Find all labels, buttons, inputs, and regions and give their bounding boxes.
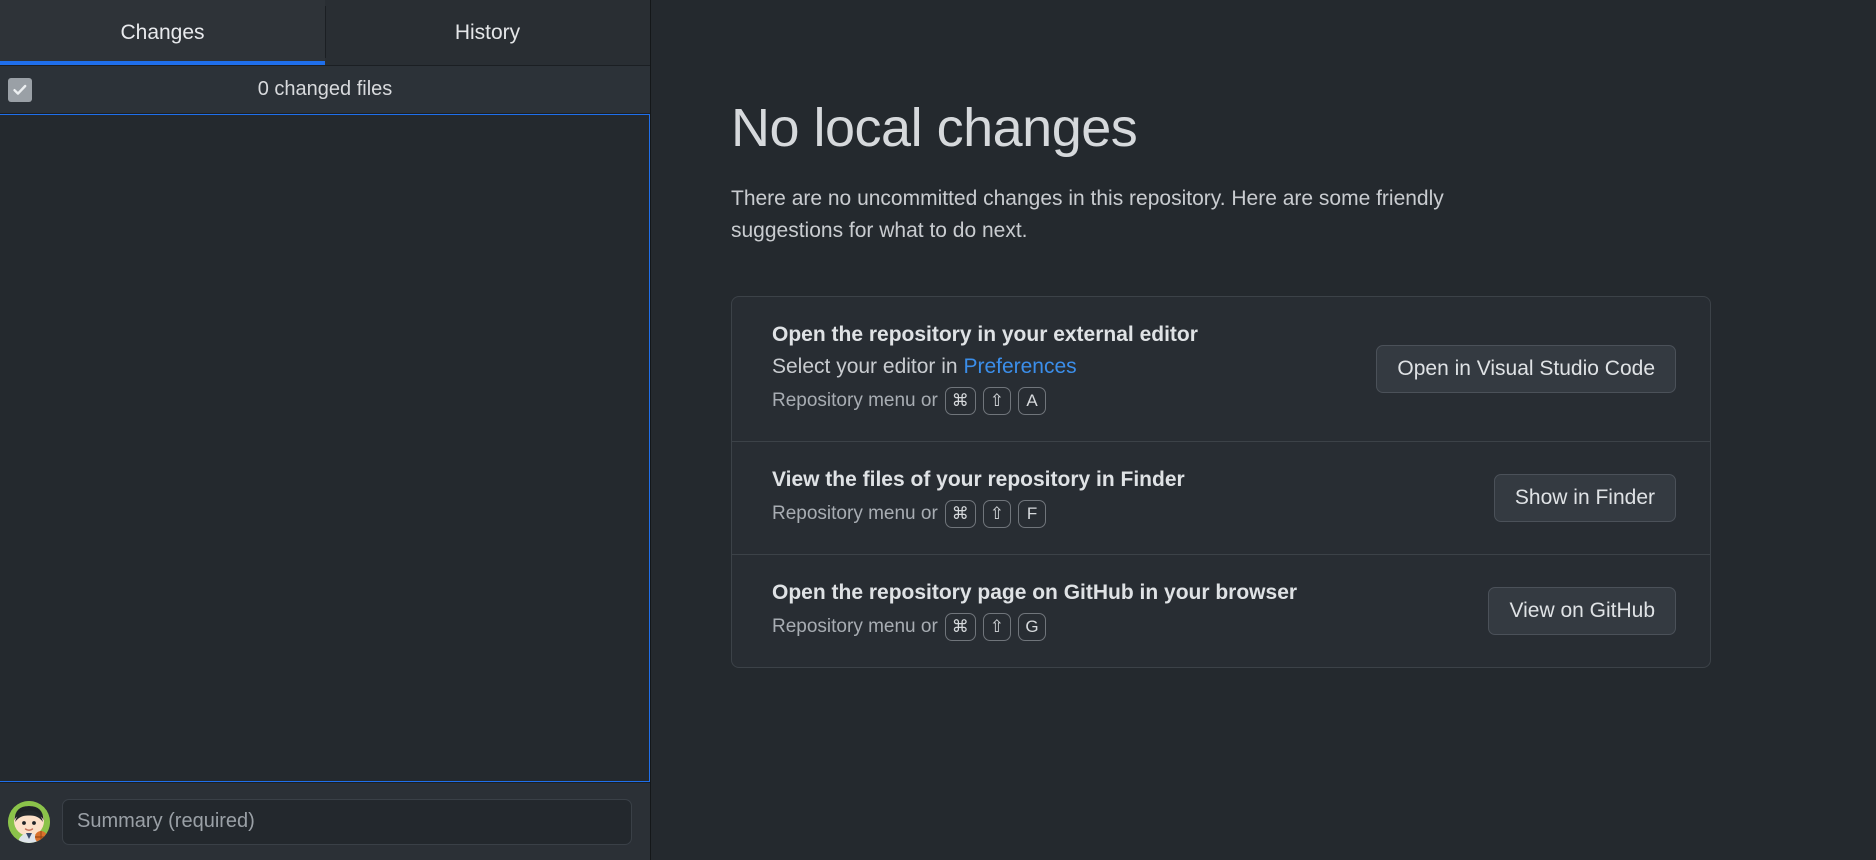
changed-files-count: 0 changed files xyxy=(257,78,393,100)
sidebar-tabbar: Changes History xyxy=(0,0,650,66)
select-all-checkbox[interactable] xyxy=(8,77,32,102)
key-command-icon: ⌘ xyxy=(944,386,976,415)
commit-summary-input[interactable] xyxy=(62,798,632,845)
changed-files-list[interactable] xyxy=(0,114,650,782)
key-g: G xyxy=(1018,612,1047,641)
suggestion-text: Open the repository in your external edi… xyxy=(772,323,1376,415)
changed-files-header: 0 changed files xyxy=(0,66,650,114)
sidebar: Changes History 0 changed files xyxy=(0,0,651,860)
key-f: F xyxy=(1018,499,1047,528)
tab-divider xyxy=(325,6,326,58)
suggestion-title: Open the repository in your external edi… xyxy=(772,322,1198,346)
suggestion-title: Open the repository page on GitHub in yo… xyxy=(772,580,1298,604)
show-in-finder-button[interactable]: Show in Finder xyxy=(1493,473,1676,522)
avatar xyxy=(8,800,50,843)
tab-changes[interactable]: Changes xyxy=(0,0,325,66)
tab-history[interactable]: History xyxy=(325,0,650,66)
shortcut-prefix: Repository menu or xyxy=(772,615,938,637)
page-subtitle: There are no uncommitted changes in this… xyxy=(731,186,1444,243)
key-command-icon: ⌘ xyxy=(944,499,976,528)
suggestion-subtitle-prefix: Select your editor in xyxy=(772,354,964,378)
suggestion-shortcut: Repository menu or ⌘ ⇧ F xyxy=(772,499,1494,528)
tab-history-label: History xyxy=(454,20,521,44)
suggestion-text: View the files of your repository in Fin… xyxy=(772,468,1494,528)
key-shift-icon: ⇧ xyxy=(982,612,1012,641)
suggestion-subtitle: Select your editor in Preferences xyxy=(772,355,1376,379)
open-in-visual-studio-code-button[interactable]: Open in Visual Studio Code xyxy=(1376,344,1676,393)
suggestion-view-on-github: Open the repository page on GitHub in yo… xyxy=(732,553,1710,667)
github-desktop-window: Changes History 0 changed files Summary … xyxy=(0,0,1876,860)
suggestion-text: Open the repository page on GitHub in yo… xyxy=(772,581,1488,641)
shortcut-prefix: Repository menu or xyxy=(772,502,938,524)
key-command-icon: ⌘ xyxy=(944,612,976,641)
suggestion-show-in-finder: View the files of your repository in Fin… xyxy=(732,440,1710,554)
main-panel: No local changes There are no uncommitte… xyxy=(651,0,1876,860)
view-on-github-button[interactable]: View on GitHub xyxy=(1488,586,1676,635)
suggestion-title: View the files of your repository in Fin… xyxy=(772,467,1185,491)
preferences-link[interactable]: Preferences xyxy=(963,355,1076,378)
shortcut-prefix: Repository menu or xyxy=(772,389,938,411)
page-title: No local changes xyxy=(731,98,1138,158)
tab-changes-label: Changes xyxy=(120,20,205,44)
key-shift-icon: ⇧ xyxy=(982,499,1012,528)
suggestion-open-in-editor: Open the repository in your external edi… xyxy=(732,297,1710,441)
suggestion-shortcut: Repository menu or ⌘ ⇧ G xyxy=(772,612,1488,641)
key-shift-icon: ⇧ xyxy=(982,386,1012,415)
suggestions-list: Open the repository in your external edi… xyxy=(731,295,1711,668)
key-a: A xyxy=(1018,386,1047,415)
suggestion-shortcut: Repository menu or ⌘ ⇧ A xyxy=(772,386,1376,415)
commit-area xyxy=(0,782,650,860)
